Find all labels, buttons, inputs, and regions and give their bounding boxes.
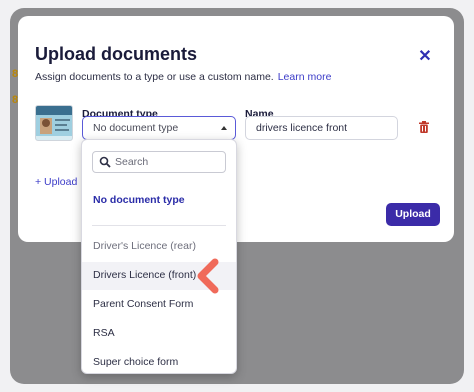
subtitle-text: Assign documents to a type or use a cust… bbox=[35, 71, 274, 83]
document-thumbnail bbox=[35, 105, 73, 141]
modal-title: Upload documents bbox=[35, 44, 198, 64]
trash-icon[interactable] bbox=[419, 121, 429, 133]
chevron-left-pointer-icon bbox=[197, 258, 219, 294]
learn-more-link[interactable]: Learn more bbox=[278, 71, 332, 83]
upload-button[interactable]: Upload bbox=[386, 203, 440, 226]
name-input[interactable]: drivers licence front bbox=[245, 116, 398, 140]
close-icon[interactable]: ✕ bbox=[418, 49, 432, 65]
modal-subtitle: Assign documents to a type or use a cust… bbox=[35, 71, 331, 83]
dropdown-search-input[interactable]: Search bbox=[92, 151, 226, 173]
search-icon bbox=[99, 156, 111, 168]
add-upload-link[interactable]: + Upload bbox=[35, 176, 77, 188]
caret-up-icon bbox=[221, 126, 227, 130]
dropdown-divider bbox=[92, 225, 226, 226]
document-type-value: No document type bbox=[93, 122, 179, 134]
name-value: drivers licence front bbox=[256, 122, 348, 134]
app-background: 8 8 Upload documents Assign documents to… bbox=[10, 8, 464, 384]
document-type-select[interactable]: No document type bbox=[82, 116, 236, 140]
option-no-document-type[interactable]: No document type bbox=[82, 187, 236, 215]
option-rsa[interactable]: RSA bbox=[82, 320, 236, 348]
option-super-choice-form[interactable]: Super choice form bbox=[82, 349, 236, 377]
id-card-icon bbox=[36, 106, 72, 140]
search-placeholder: Search bbox=[115, 156, 149, 168]
